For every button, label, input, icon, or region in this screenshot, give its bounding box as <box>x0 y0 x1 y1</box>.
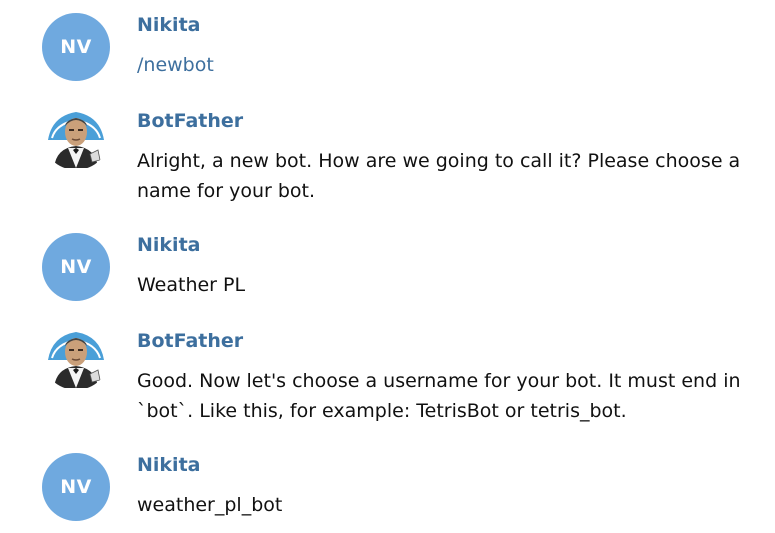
message-text: Alright, a new bot. How are we going to … <box>137 150 741 202</box>
message-botfather-1: BotFather Alright, a new bot. How are we… <box>0 96 775 226</box>
avatar[interactable]: NV <box>42 233 110 301</box>
chat-history: NV Nikita /newbot BotFather Alright, a n… <box>0 0 775 533</box>
message-nikita-3: NV Nikita weather_pl_bot <box>0 440 775 533</box>
sender-name[interactable]: Nikita <box>137 454 200 476</box>
sender-name[interactable]: BotFather <box>137 330 243 352</box>
message-botfather-2: BotFather Good. Now let's choose a usern… <box>0 316 775 446</box>
message-nikita-2: NV Nikita Weather PL <box>0 220 775 320</box>
message-text[interactable]: /newbot <box>137 50 767 80</box>
sender-name[interactable]: Nikita <box>137 234 200 256</box>
message-text: weather_pl_bot <box>137 494 283 516</box>
avatar[interactable]: NV <box>42 13 110 81</box>
sender-name[interactable]: Nikita <box>137 14 200 36</box>
botfather-avatar-icon[interactable] <box>42 322 110 390</box>
message-text: Good. Now let's choose a username for yo… <box>137 370 741 422</box>
message-nikita-1: NV Nikita /newbot <box>0 0 775 105</box>
botfather-avatar-icon[interactable] <box>42 102 110 170</box>
message-text: Weather PL <box>137 274 246 296</box>
sender-name[interactable]: BotFather <box>137 110 243 132</box>
avatar[interactable]: NV <box>42 453 110 521</box>
